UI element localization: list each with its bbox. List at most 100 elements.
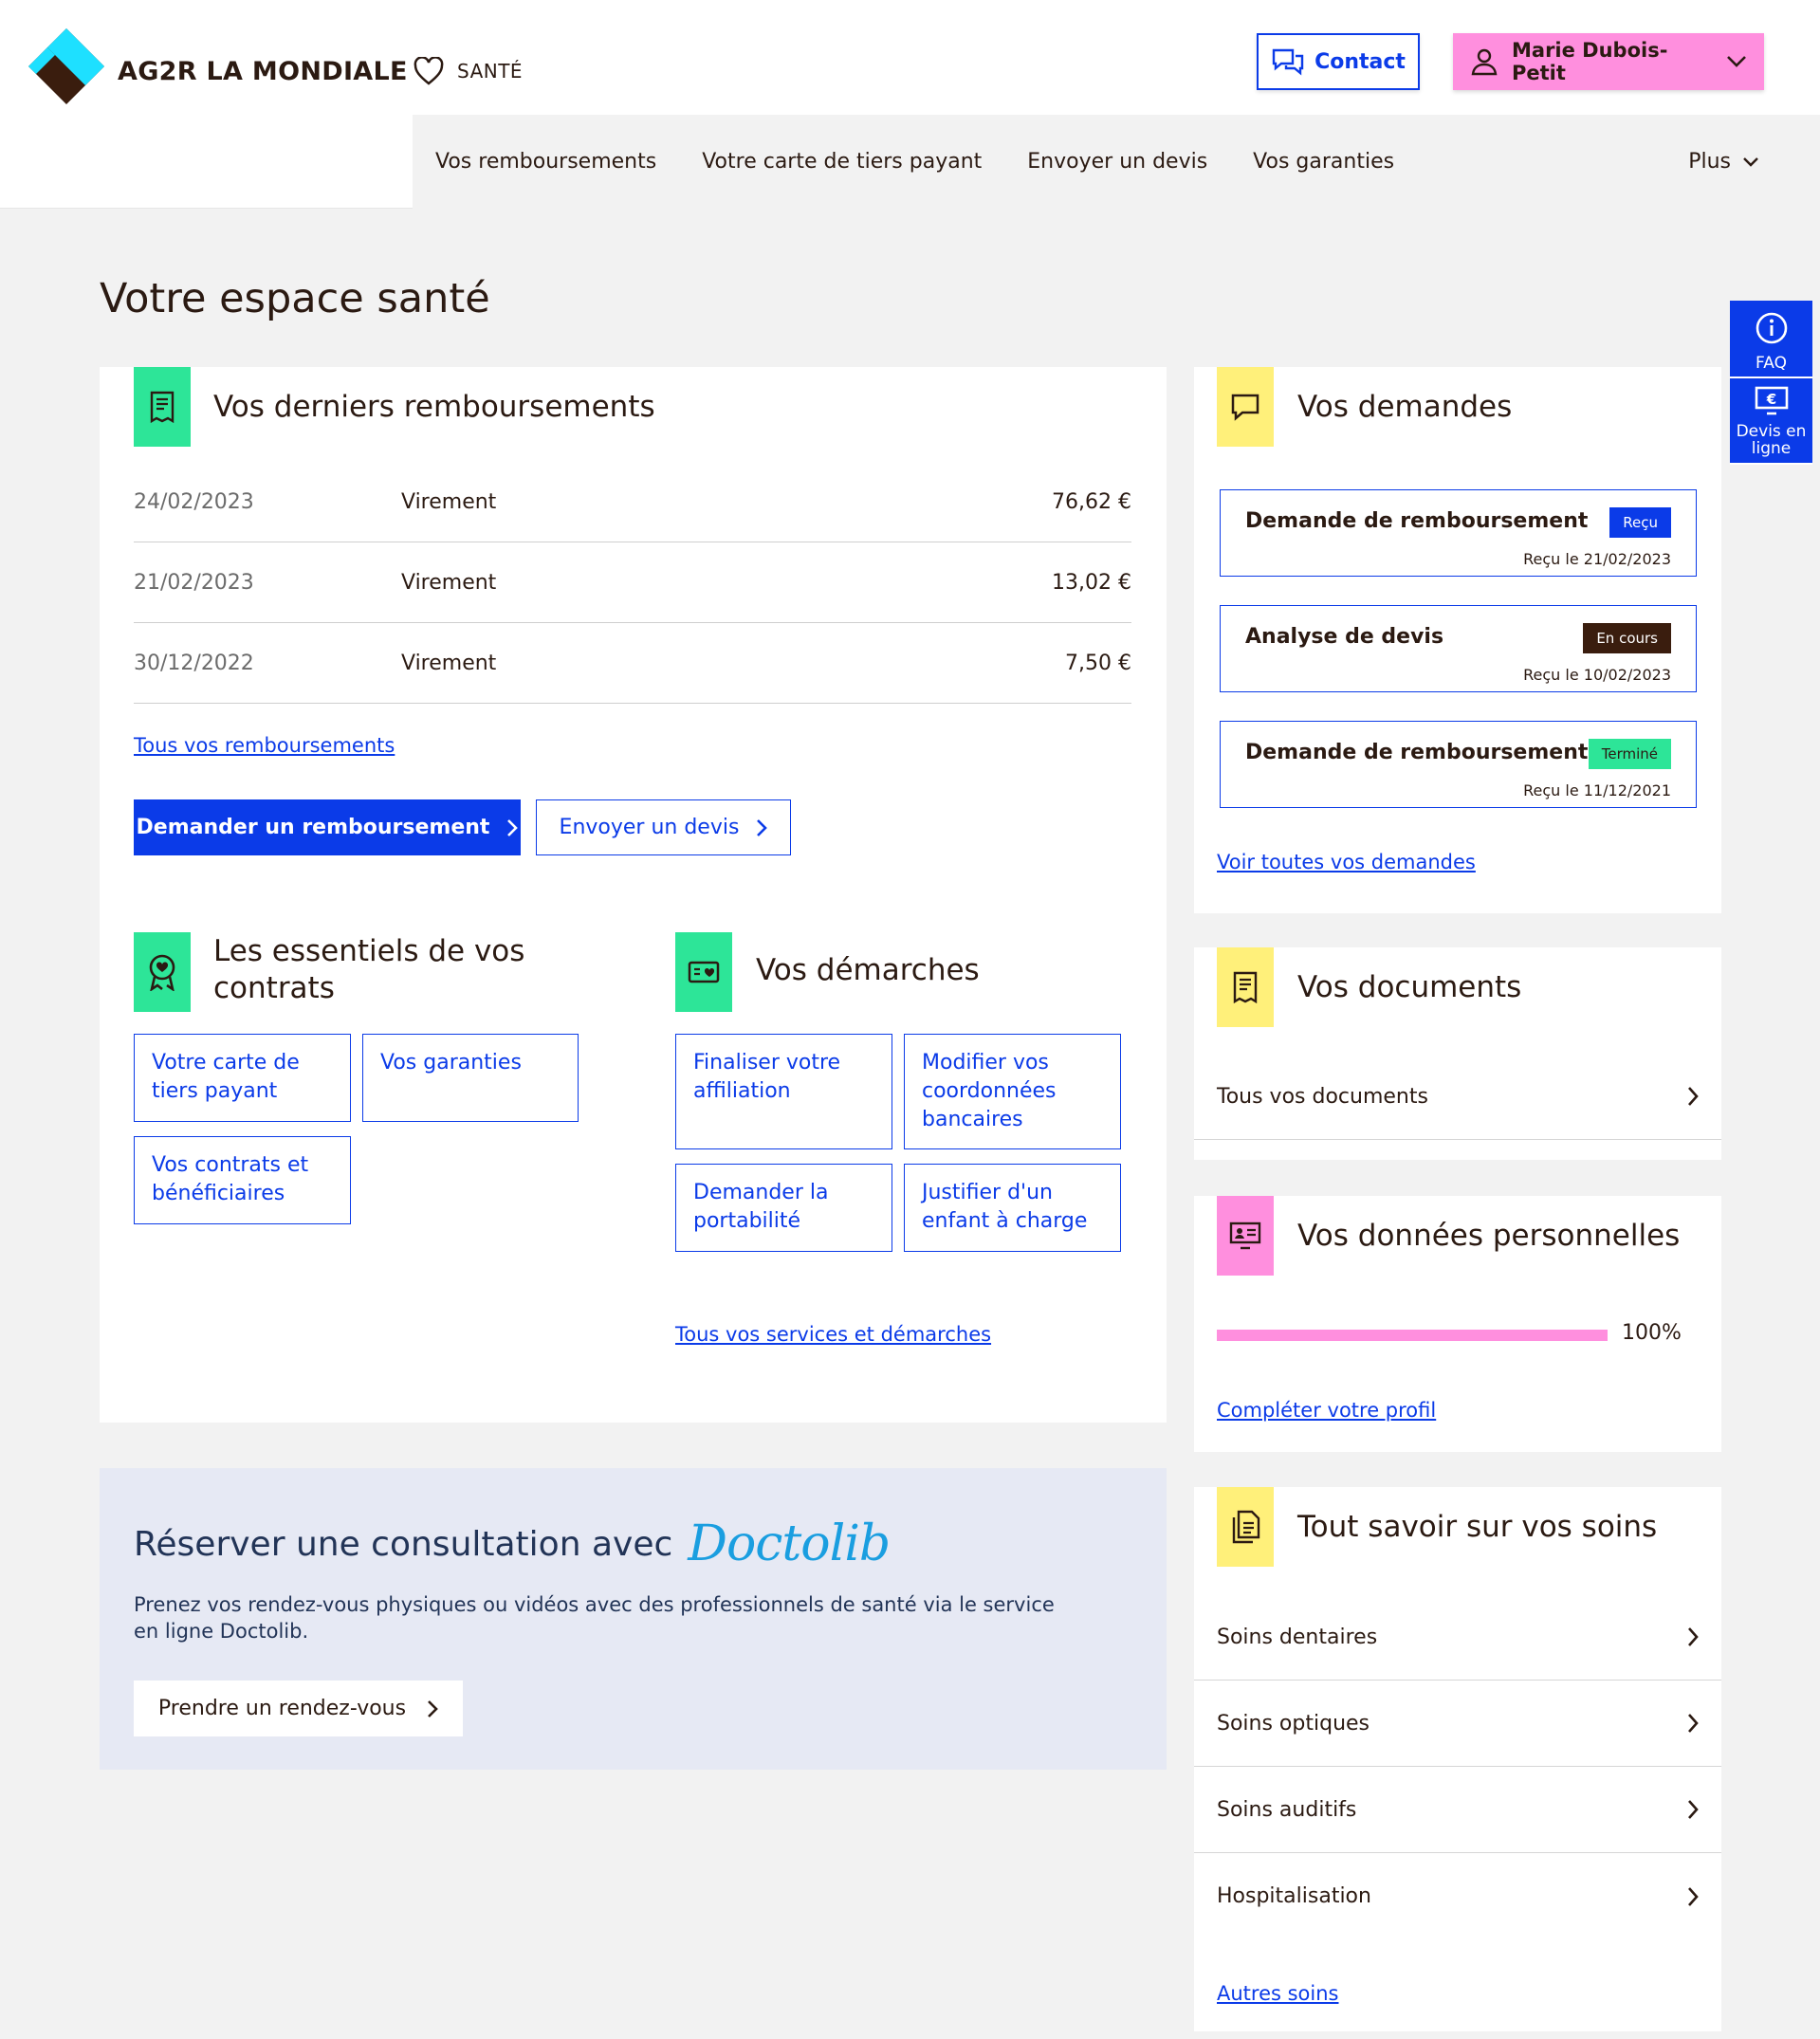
status-badge: En cours	[1583, 623, 1671, 653]
tile-finalize-affiliation[interactable]: Finaliser votre affiliation	[675, 1034, 892, 1149]
personal-data-card: Vos données personnelles 100% Compléter …	[1194, 1196, 1721, 1452]
nav-tiers-payant[interactable]: Votre carte de tiers payant	[702, 150, 982, 174]
send-devis-button[interactable]: Envoyer un devis	[536, 799, 791, 855]
side-tools: FAQ € Devis en ligne	[1730, 301, 1812, 465]
book-appointment-label: Prendre un rendez-vous	[157, 1697, 407, 1720]
book-appointment-button[interactable]: Prendre un rendez-vous	[134, 1681, 463, 1736]
request-title: Analyse de devis	[1245, 625, 1444, 649]
doctolib-desc-line2: en ligne Doctolib.	[134, 1620, 309, 1643]
contact-label: Contact	[1314, 49, 1406, 74]
reimbursement-card-icon	[134, 367, 191, 447]
requests-title: Vos demandes	[1297, 390, 1513, 424]
chevron-right-icon	[507, 818, 519, 836]
request-item[interactable]: Analyse de devis En cours Reçu le 10/02/…	[1220, 605, 1697, 692]
chevron-down-icon	[1743, 156, 1758, 167]
all-services-link[interactable]: Tous vos services et démarches	[675, 1323, 991, 1346]
rb-date: 21/02/2023	[134, 570, 254, 595]
nav-devis[interactable]: Envoyer un devis	[1027, 150, 1207, 174]
table-row[interactable]: 24/02/2023 Virement 76,62 €	[134, 462, 1131, 542]
tile-tiers-payant[interactable]: Votre carte de tiers payant	[134, 1034, 351, 1122]
request-reimbursement-button[interactable]: Demander un remboursement	[134, 799, 521, 855]
care-row-hearing[interactable]: Soins auditifs	[1194, 1767, 1721, 1853]
care-info-card: Tout savoir sur vos soins Soins dentaire…	[1194, 1487, 1721, 2031]
tile-contracts-beneficiaries[interactable]: Vos contrats et bénéficiaires	[134, 1136, 351, 1224]
chevron-right-icon	[1688, 1714, 1699, 1733]
request-date: Reçu le 10/02/2023	[1523, 666, 1671, 684]
chevron-right-icon	[428, 1699, 438, 1718]
tile-modify-bank-details[interactable]: Modifier vos coordonnées bancaires	[904, 1034, 1121, 1149]
personal-data-card-icon	[1217, 1196, 1274, 1276]
devis-online-button[interactable]: € Devis en ligne	[1730, 378, 1812, 465]
demarches-title: Vos démarches	[756, 953, 980, 987]
faq-button[interactable]: FAQ	[1730, 301, 1812, 378]
chevron-right-icon	[1688, 1800, 1699, 1819]
user-menu-button[interactable]: Marie Dubois-Petit	[1453, 33, 1764, 90]
essentials-title: Les essentiels de vos contrats	[213, 933, 524, 1007]
page-title: Votre espace santé	[100, 275, 490, 322]
status-badge: Terminé	[1588, 739, 1671, 769]
all-reimbursements-link[interactable]: Tous vos remboursements	[134, 734, 395, 757]
requests-card-icon	[1217, 367, 1274, 447]
documents-card-icon	[1217, 947, 1274, 1027]
chevron-right-icon	[1688, 1627, 1699, 1646]
essentials-title-line1: Les essentiels de vos	[213, 934, 525, 968]
documents-title: Vos documents	[1297, 970, 1522, 1004]
receipt-icon	[150, 391, 175, 423]
nav-garanties[interactable]: Vos garanties	[1253, 150, 1394, 174]
id-card-icon	[688, 961, 720, 983]
universe-label: SANTÉ	[414, 57, 523, 85]
request-date: Reçu le 21/02/2023	[1523, 550, 1671, 568]
table-row[interactable]: 30/12/2022 Virement 7,50 €	[134, 623, 1131, 704]
chevron-down-icon	[1727, 56, 1746, 67]
send-devis-label: Envoyer un devis	[559, 816, 740, 839]
all-documents-row[interactable]: Tous vos documents	[1194, 1054, 1721, 1140]
rb-date: 24/02/2023	[134, 489, 254, 514]
documents-stack-icon	[1232, 1510, 1260, 1544]
site-header: AG2R LA MONDIALE SANTÉ Contact Marie Dub…	[0, 0, 1820, 209]
svg-text:€: €	[1765, 391, 1775, 408]
care-row-hospital[interactable]: Hospitalisation	[1194, 1853, 1721, 1939]
rb-amount: 13,02 €	[1052, 570, 1131, 595]
request-item[interactable]: Demande de remboursement Reçu Reçu le 21…	[1220, 489, 1697, 577]
brand-logo[interactable]	[27, 27, 106, 106]
devis-label: Devis en ligne	[1736, 421, 1807, 458]
nav-more[interactable]: Plus	[1688, 115, 1759, 209]
other-care-link[interactable]: Autres soins	[1217, 1982, 1339, 2005]
care-row-label: Soins auditifs	[1217, 1797, 1357, 1822]
tile-garanties[interactable]: Vos garanties	[362, 1034, 579, 1122]
personal-data-title: Vos données personnelles	[1297, 1219, 1681, 1253]
request-title: Demande de remboursement	[1245, 509, 1589, 533]
doctolib-desc-line1: Prenez vos rendez-vous physiques ou vidé…	[134, 1593, 1055, 1616]
heart-icon	[414, 57, 444, 85]
main-card: Vos derniers remboursements 24/02/2023 V…	[100, 367, 1167, 1423]
chevron-right-icon	[1688, 1886, 1699, 1906]
tile-portability[interactable]: Demander la portabilité	[675, 1164, 892, 1252]
profile-progress-label: 100%	[1622, 1321, 1682, 1345]
rb-type: Virement	[401, 651, 497, 675]
contact-button[interactable]: Contact	[1257, 33, 1420, 90]
status-badge: Reçu	[1609, 507, 1671, 538]
brand-name: AG2R LA MONDIALE	[118, 57, 408, 86]
euro-screen-icon: €	[1755, 386, 1788, 414]
rb-amount: 76,62 €	[1052, 489, 1131, 514]
requests-card: Vos demandes Demande de remboursement Re…	[1194, 367, 1721, 913]
profile-screen-icon	[1229, 1222, 1261, 1250]
all-requests-link[interactable]: Voir toutes vos demandes	[1217, 851, 1476, 873]
tile-child-dependent[interactable]: Justifier d'un enfant à charge	[904, 1164, 1121, 1252]
care-card-icon	[1217, 1487, 1274, 1567]
request-item[interactable]: Demande de remboursement Terminé Reçu le…	[1220, 721, 1697, 808]
complete-profile-link[interactable]: Compléter votre profil	[1217, 1399, 1436, 1422]
main-nav: Vos remboursements Votre carte de tiers …	[413, 115, 1820, 209]
profile-progress-track	[1217, 1330, 1608, 1341]
request-date: Reçu le 11/12/2021	[1523, 781, 1671, 799]
doctolib-heading: Réserver une consultation avec Doctolib	[134, 1515, 891, 1572]
care-row-dental[interactable]: Soins dentaires	[1194, 1594, 1721, 1681]
nav-reimbursements[interactable]: Vos remboursements	[435, 150, 656, 174]
faq-label: FAQ	[1756, 354, 1787, 373]
table-row[interactable]: 21/02/2023 Virement 13,02 €	[134, 542, 1131, 623]
rb-type: Virement	[401, 570, 497, 595]
reimbursements-title: Vos derniers remboursements	[213, 390, 655, 424]
care-row-optical[interactable]: Soins optiques	[1194, 1681, 1721, 1767]
nav-more-label: Plus	[1688, 150, 1731, 174]
documents-card: Vos documents Tous vos documents	[1194, 947, 1721, 1160]
